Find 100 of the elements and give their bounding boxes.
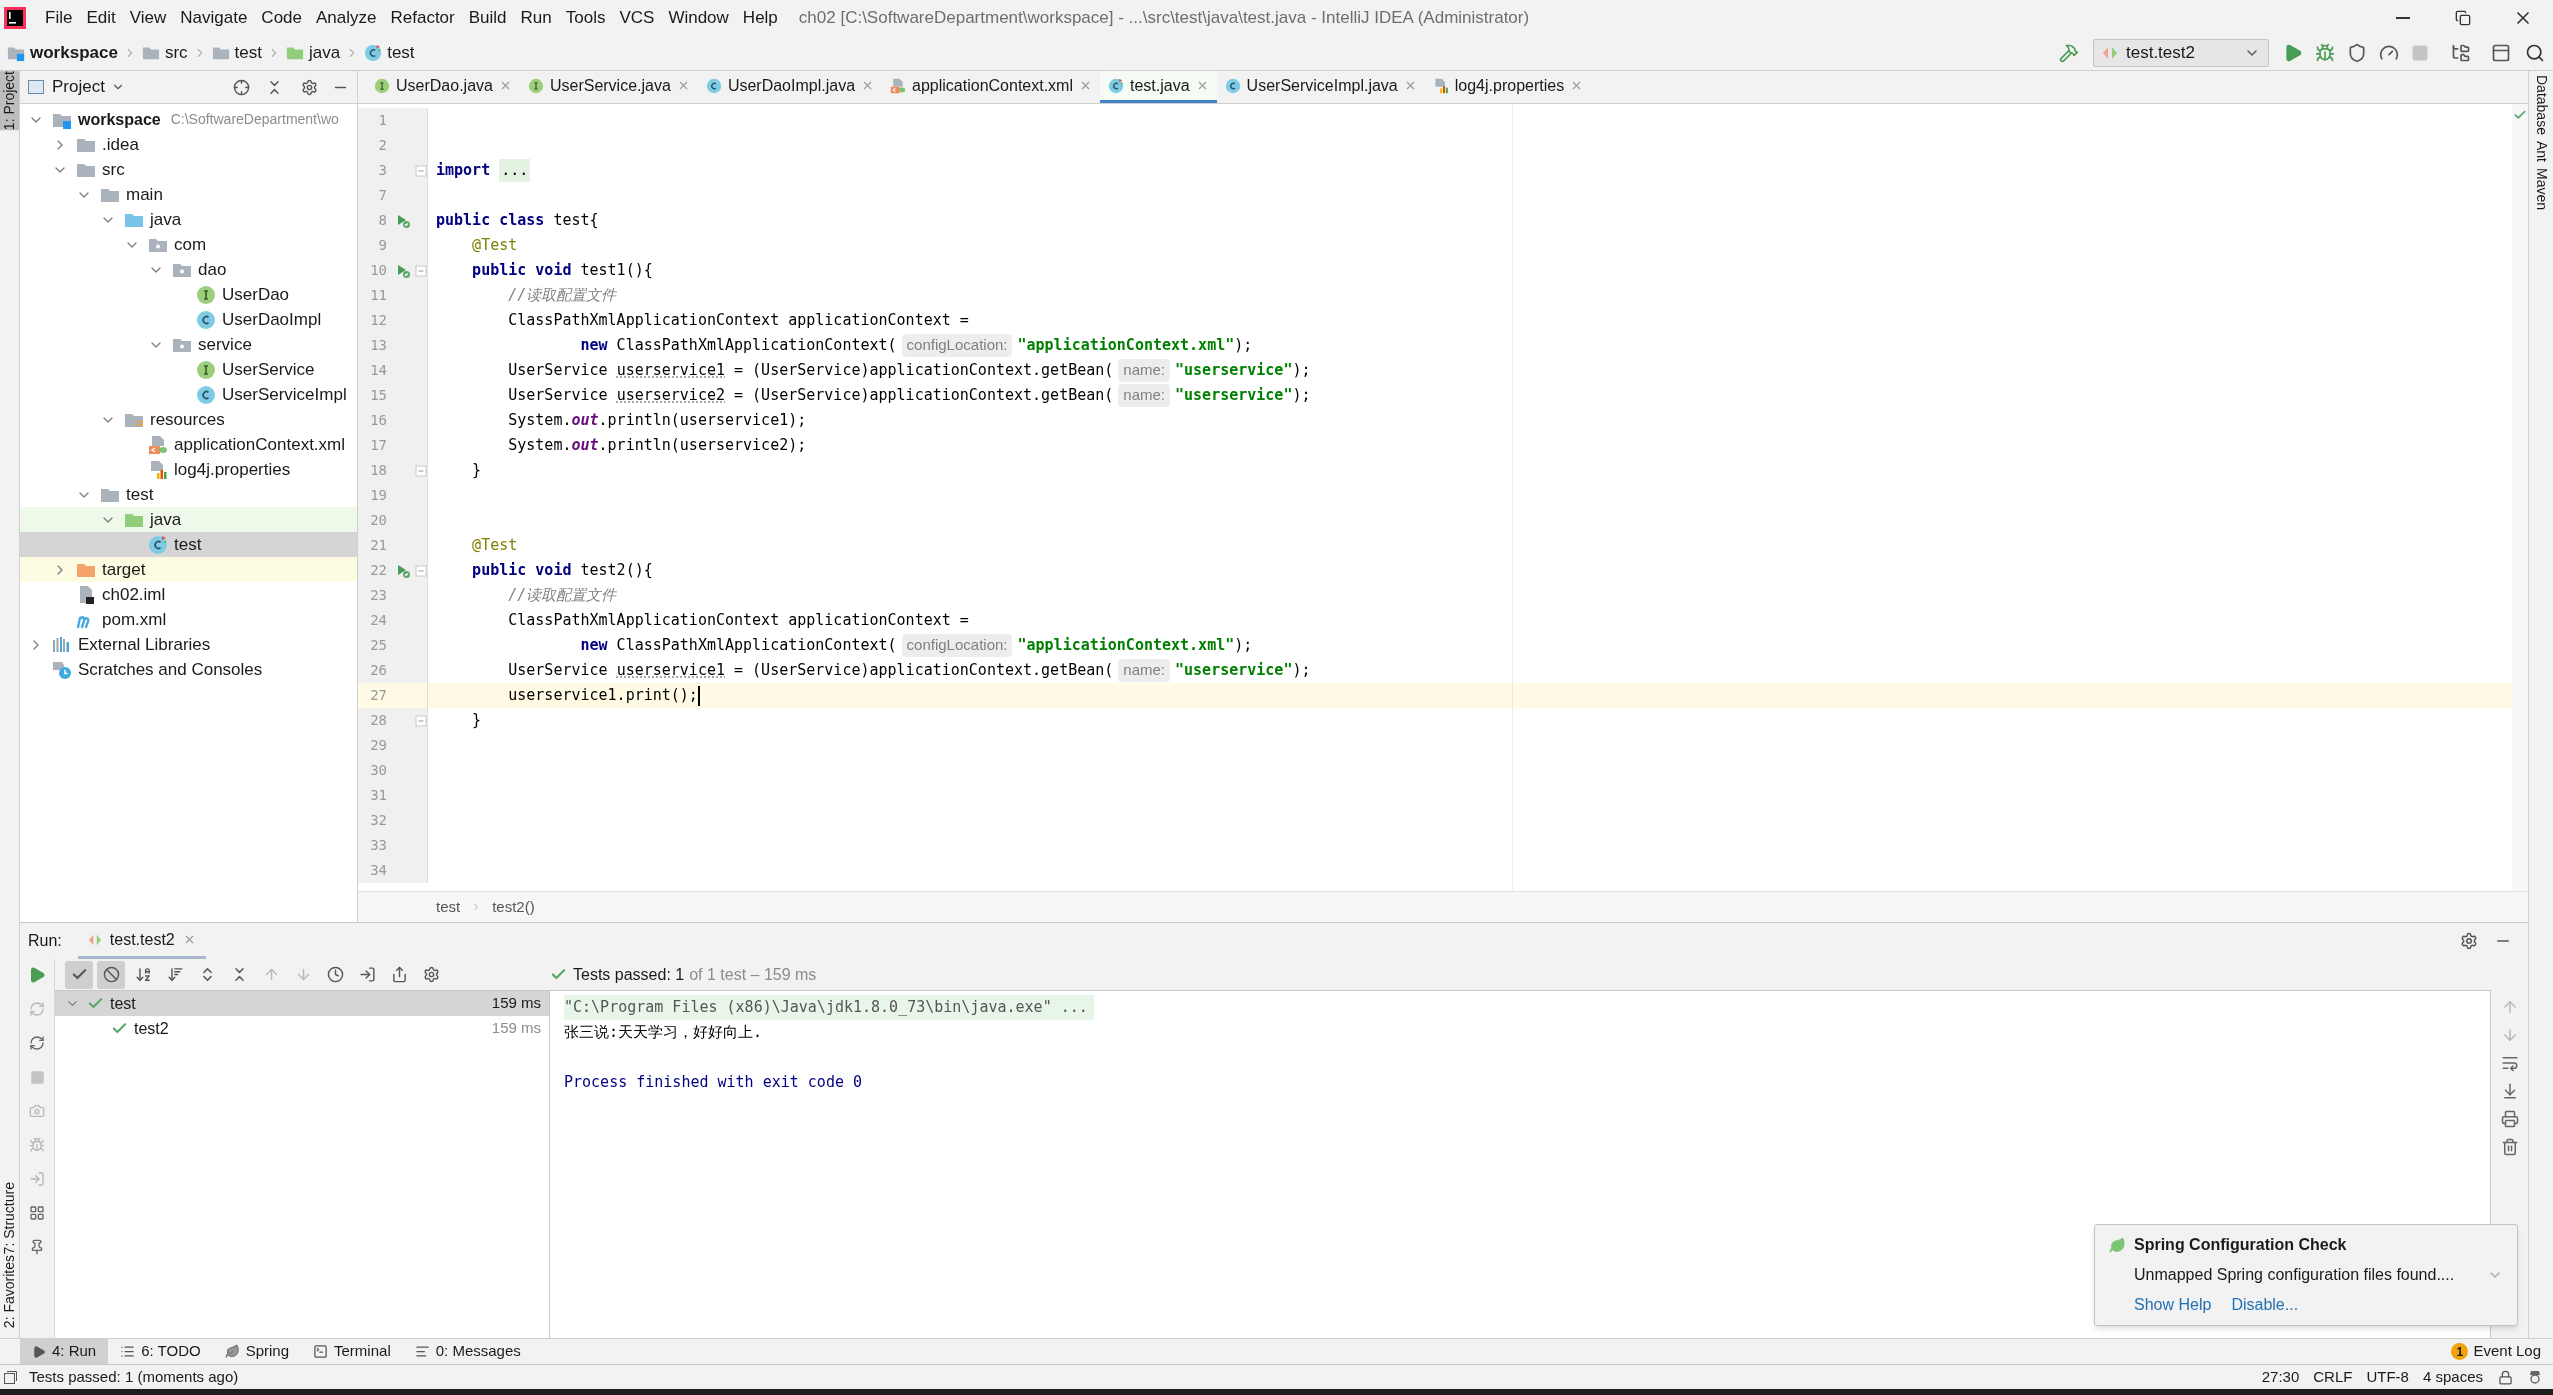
menu-item[interactable]: Edit bbox=[79, 2, 123, 33]
close-tab-icon[interactable] bbox=[1079, 79, 1092, 92]
menu-item[interactable]: Window bbox=[661, 2, 736, 33]
fold-marker-icon[interactable] bbox=[415, 164, 427, 177]
tree-item[interactable]: External Libraries bbox=[20, 632, 357, 657]
terminal-window-icon[interactable] bbox=[2491, 42, 2511, 63]
debug-icon[interactable] bbox=[2315, 42, 2335, 63]
tree-item[interactable]: src bbox=[20, 157, 357, 182]
tree-item[interactable]: .idea bbox=[20, 132, 357, 157]
run-gutter-icon[interactable] bbox=[395, 212, 411, 229]
run-configuration-dropdown[interactable]: test.test2 bbox=[2093, 38, 2269, 67]
status-panel-icon[interactable] bbox=[4, 1370, 17, 1384]
tree-item[interactable]: service bbox=[20, 332, 357, 357]
run-icon[interactable] bbox=[2283, 42, 2303, 63]
status-bar-item[interactable]: CRLF bbox=[2306, 1365, 2360, 1389]
tool-window-tab[interactable]: 0: Messages bbox=[402, 1339, 533, 1364]
tree-item[interactable]: UserDao bbox=[20, 282, 357, 307]
tree-item[interactable]: resources bbox=[20, 407, 357, 432]
breadcrumb[interactable]: java bbox=[282, 39, 344, 66]
tree-item[interactable]: java bbox=[20, 507, 357, 532]
menu-item[interactable]: View bbox=[122, 2, 174, 33]
editor-tab[interactable]: applicationContext.xml bbox=[882, 71, 1100, 103]
search-icon[interactable] bbox=[2525, 42, 2545, 63]
run-gutter-icon[interactable] bbox=[395, 262, 411, 279]
breadcrumb[interactable]: test bbox=[208, 39, 265, 66]
editor-tab[interactable]: test.java bbox=[1100, 71, 1217, 103]
menu-item[interactable]: Build bbox=[461, 2, 514, 33]
fold-marker-icon[interactable] bbox=[415, 564, 427, 577]
status-bar-item[interactable]: UTF-8 bbox=[2359, 1365, 2416, 1389]
inspector-icon[interactable] bbox=[2527, 1369, 2543, 1385]
tree-item[interactable]: log4j.properties bbox=[20, 457, 357, 482]
breadcrumb[interactable]: test bbox=[436, 895, 461, 919]
test-tree-item[interactable]: test 159 ms bbox=[55, 991, 549, 1016]
build-icon[interactable] bbox=[2059, 42, 2079, 63]
show-passed-button[interactable] bbox=[65, 960, 93, 989]
menu-item[interactable]: Refactor bbox=[383, 2, 462, 33]
menu-item[interactable]: Tools bbox=[558, 2, 613, 33]
fold-marker-icon[interactable] bbox=[415, 714, 427, 727]
tool-window-stripe-button[interactable]: Ant bbox=[2524, 140, 2553, 162]
tree-item[interactable]: com bbox=[20, 232, 357, 257]
tree-item[interactable]: ch02.iml bbox=[20, 582, 357, 607]
tree-item[interactable]: main bbox=[20, 182, 357, 207]
breadcrumb[interactable]: test2() bbox=[492, 895, 535, 919]
tool-window-stripe-button[interactable]: Database bbox=[2524, 75, 2553, 135]
status-bar-item[interactable]: 4 spaces bbox=[2415, 1365, 2490, 1389]
menu-item[interactable]: Code bbox=[254, 2, 309, 33]
project-view-dropdown[interactable]: Project bbox=[52, 74, 125, 100]
editor-tab[interactable]: UserServiceImpl.java bbox=[1216, 71, 1425, 103]
tool-window-tab[interactable]: Terminal bbox=[301, 1339, 403, 1364]
breadcrumb[interactable]: workspace bbox=[4, 39, 121, 66]
tree-item[interactable]: UserServiceImpl bbox=[20, 382, 357, 407]
tree-item[interactable]: Scratches and Consoles bbox=[20, 657, 357, 682]
editor-tab[interactable]: UserDaoImpl.java bbox=[697, 71, 883, 103]
menu-item[interactable]: Navigate bbox=[173, 2, 255, 33]
menu-item[interactable]: Analyze bbox=[309, 2, 384, 33]
tool-window-stripe-button[interactable]: 1: Project bbox=[0, 71, 19, 131]
tool-window-tab[interactable]: Spring bbox=[212, 1339, 302, 1364]
tool-window-stripe-button[interactable]: Maven bbox=[2524, 167, 2553, 210]
notification-link[interactable]: Show Help bbox=[2134, 1293, 2212, 1317]
inspection-ok-icon[interactable] bbox=[2513, 108, 2527, 122]
tree-item[interactable]: target bbox=[20, 557, 357, 582]
tool-window-stripe-button[interactable]: 2: Favorites bbox=[0, 1254, 19, 1328]
tree-item[interactable]: UserService bbox=[20, 357, 357, 382]
settings-icon[interactable] bbox=[301, 78, 318, 96]
tree-item[interactable]: UserDaoImpl bbox=[20, 307, 357, 332]
tree-item[interactable]: java bbox=[20, 207, 357, 232]
menu-item[interactable]: Help bbox=[735, 2, 785, 33]
print-icon[interactable] bbox=[2500, 1110, 2519, 1128]
lock-icon[interactable] bbox=[2498, 1369, 2513, 1385]
menu-item[interactable]: Run bbox=[513, 2, 559, 33]
tool-window-tab[interactable]: 4: Run bbox=[20, 1339, 109, 1364]
tree-item[interactable]: pom.xml bbox=[20, 607, 357, 632]
test-tree-item[interactable]: test2 159 ms bbox=[55, 1016, 549, 1041]
soft-wrap-icon[interactable] bbox=[2500, 1054, 2519, 1072]
tree-item[interactable]: dao bbox=[20, 257, 357, 282]
breadcrumb[interactable]: src bbox=[138, 39, 191, 66]
settings-icon[interactable] bbox=[2460, 932, 2478, 950]
notification-link[interactable]: Disable... bbox=[2231, 1293, 2299, 1317]
tree-item[interactable]: test bbox=[20, 482, 357, 507]
tree-item[interactable]: workspace C:\SoftwareDepartment\wo bbox=[20, 107, 357, 132]
editor-tab[interactable]: UserService.java bbox=[519, 71, 698, 103]
breadcrumb[interactable]: test bbox=[361, 39, 418, 66]
tool-window-tab[interactable]: 6: TODO bbox=[108, 1339, 213, 1364]
fold-marker-icon[interactable] bbox=[415, 264, 427, 277]
editor-tab[interactable]: log4j.properties bbox=[1424, 71, 1592, 103]
tree-item[interactable]: applicationContext.xml bbox=[20, 432, 357, 457]
tool-window-stripe-button[interactable]: 7: Structure bbox=[0, 1182, 19, 1255]
coverage-icon[interactable] bbox=[2347, 42, 2367, 63]
run-tab[interactable]: test.test2 bbox=[77, 923, 206, 959]
menu-item[interactable]: VCS bbox=[612, 2, 662, 33]
trash-icon[interactable] bbox=[2500, 1138, 2519, 1156]
tree-item[interactable]: test bbox=[20, 532, 357, 557]
project-structure-icon[interactable] bbox=[2451, 42, 2471, 63]
fold-marker-icon[interactable] bbox=[415, 464, 427, 477]
event-log-button[interactable]: Event Log bbox=[2473, 1340, 2541, 1363]
editor-tab[interactable]: UserDao.java bbox=[366, 71, 520, 103]
show-ignored-button[interactable] bbox=[97, 960, 125, 989]
status-bar-item[interactable]: 27:30 bbox=[2254, 1365, 2307, 1389]
menu-item[interactable]: File bbox=[38, 2, 80, 33]
run-gutter-icon[interactable] bbox=[395, 562, 411, 579]
